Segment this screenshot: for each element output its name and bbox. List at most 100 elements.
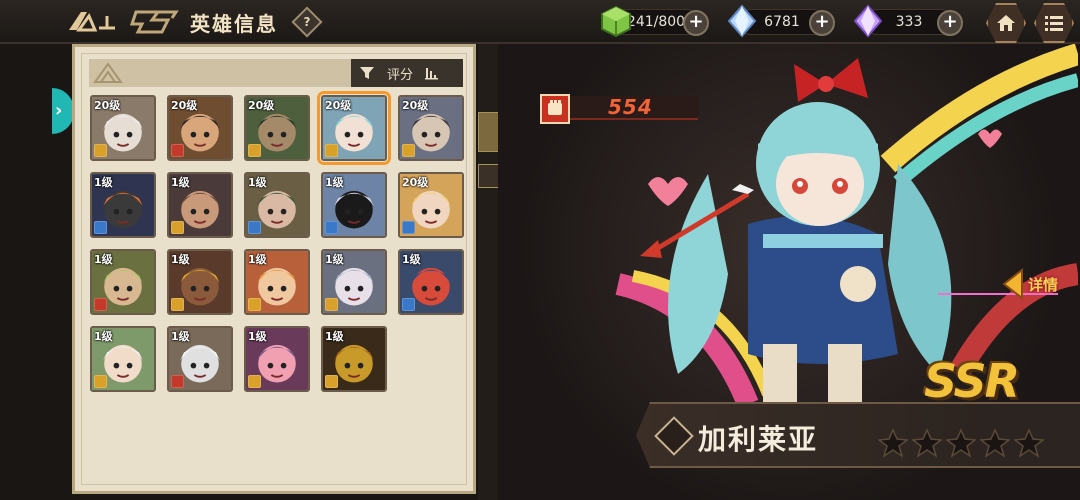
hero-level: 1级 — [171, 176, 190, 189]
hero-card[interactable]: 1级 — [321, 172, 387, 238]
hero-card[interactable]: 1级 — [90, 326, 156, 392]
hero-class-icon — [325, 298, 338, 311]
hero-level: 1级 — [94, 253, 113, 266]
star-rating — [878, 428, 1044, 458]
hero-level: 1级 — [94, 176, 113, 189]
green-cube-icon — [601, 5, 631, 38]
hero-class-icon — [94, 144, 107, 157]
filter-funnel-icon — [360, 67, 374, 79]
hero-class-icon — [402, 144, 415, 157]
hero-class-icon — [248, 221, 261, 234]
hero-level: 20级 — [325, 99, 352, 112]
top-bar: 英雄信息 ? 241/800 + 6781 + 333 + — [0, 0, 1080, 44]
hero-level: 20级 — [248, 99, 275, 112]
hero-level: 20级 — [402, 99, 429, 112]
hero-class-icon — [94, 221, 107, 234]
hero-level: 20级 — [171, 99, 198, 112]
home-icon — [997, 15, 1015, 31]
hero-details-button[interactable]: 详情 — [998, 266, 1078, 302]
add-stamina-button[interactable]: + — [683, 10, 709, 36]
game-logo-icon — [129, 10, 179, 34]
hero-class-icon — [402, 298, 415, 311]
hero-card[interactable]: 1级 — [244, 249, 310, 315]
chevron-right-icon: › — [55, 100, 63, 121]
help-button[interactable]: ? — [291, 6, 323, 38]
page-title: 英雄信息 — [190, 12, 278, 36]
hero-level: 1级 — [94, 330, 113, 343]
star-icon — [980, 428, 1010, 458]
hero-level: 1级 — [325, 253, 344, 266]
hero-class-icon — [171, 144, 184, 157]
star-icon — [912, 428, 942, 458]
blue-crystal-icon — [727, 4, 757, 38]
filter-bar: 评分 — [89, 59, 463, 87]
sort-order-icon — [425, 68, 439, 80]
hero-class-icon — [325, 221, 338, 234]
hero-list-panel: 评分 20级 20级 20级 20级 20级 1级 1级 1级 1级 20级 1级 1级 1级 1级 1级 1… — [72, 44, 476, 494]
hero-level: 1级 — [248, 253, 267, 266]
hero-card[interactable]: 20级 — [167, 95, 233, 161]
back-button[interactable] — [62, 6, 120, 36]
star-icon — [878, 428, 908, 458]
hero-level: 1级 — [402, 253, 421, 266]
back-arrow-icon — [69, 12, 115, 32]
hero-card[interactable]: 1级 — [167, 172, 233, 238]
help-icon: ? — [303, 15, 311, 29]
add-crystal-button[interactable]: + — [809, 10, 835, 36]
hero-level: 1级 — [171, 253, 190, 266]
hero-card[interactable]: 1级 — [244, 326, 310, 392]
hero-card[interactable]: 20级 — [244, 95, 310, 161]
hero-class-icon — [94, 375, 107, 388]
details-label: 详情 — [1028, 276, 1059, 294]
hero-card[interactable]: 1级 — [167, 249, 233, 315]
hero-card[interactable]: 20级 — [398, 95, 464, 161]
hero-card[interactable]: 1级 — [321, 249, 387, 315]
decorative-triangle-icon — [93, 62, 123, 83]
hero-card[interactable]: 1级 — [167, 326, 233, 392]
hero-card[interactable]: 1级 — [244, 172, 310, 238]
hero-class-icon — [325, 144, 338, 157]
side-drawer-handle[interactable]: › — [52, 88, 74, 134]
class-emblem-icon — [654, 416, 694, 456]
hero-level: 1级 — [171, 330, 190, 343]
hero-card[interactable]: 1级 — [398, 249, 464, 315]
hero-class-icon — [171, 298, 184, 311]
hero-card[interactable]: 20级 — [90, 95, 156, 161]
hero-class-icon — [248, 144, 261, 157]
stamina-counter: 241/800 + — [601, 5, 709, 38]
hero-name: 加利莱亚 — [698, 423, 819, 456]
hero-card[interactable]: 1级 — [90, 249, 156, 315]
hero-class-icon — [171, 375, 184, 388]
star-icon — [946, 428, 976, 458]
home-button[interactable] — [986, 3, 1026, 43]
menu-list-icon — [1045, 16, 1063, 31]
combat-power-value: 554 — [608, 95, 653, 119]
hero-level: 1级 — [325, 330, 344, 343]
hero-level: 20级 — [94, 99, 121, 112]
menu-button[interactable] — [1034, 3, 1074, 43]
hero-class-icon — [248, 375, 261, 388]
hero-card[interactable]: 20级 — [398, 172, 464, 238]
hero-level: 1级 — [325, 176, 344, 189]
hero-card[interactable]: 20级 — [317, 91, 391, 165]
star-icon — [1014, 428, 1044, 458]
gem-counter: 333 + — [853, 4, 963, 38]
hero-level: 1级 — [248, 330, 267, 343]
rarity-badge: SSR — [924, 354, 1020, 408]
hero-level: 20级 — [402, 176, 429, 189]
hero-class-icon — [94, 298, 107, 311]
purple-crystal-icon — [853, 4, 883, 38]
hero-card[interactable]: 1级 — [321, 326, 387, 392]
hero-card[interactable]: 1级 — [90, 172, 156, 238]
crystal-counter: 6781 + — [727, 4, 835, 38]
sort-label: 评分 — [387, 67, 414, 83]
fist-icon — [540, 94, 570, 124]
hero-class-icon — [171, 221, 184, 234]
hero-level: 1级 — [248, 176, 267, 189]
add-gem-button[interactable]: + — [937, 10, 963, 36]
combat-power: 554 — [540, 94, 698, 124]
sort-by-score-button[interactable]: 评分 — [351, 59, 463, 87]
hero-class-icon — [402, 221, 415, 234]
hero-class-icon — [248, 298, 261, 311]
hero-class-icon — [325, 375, 338, 388]
